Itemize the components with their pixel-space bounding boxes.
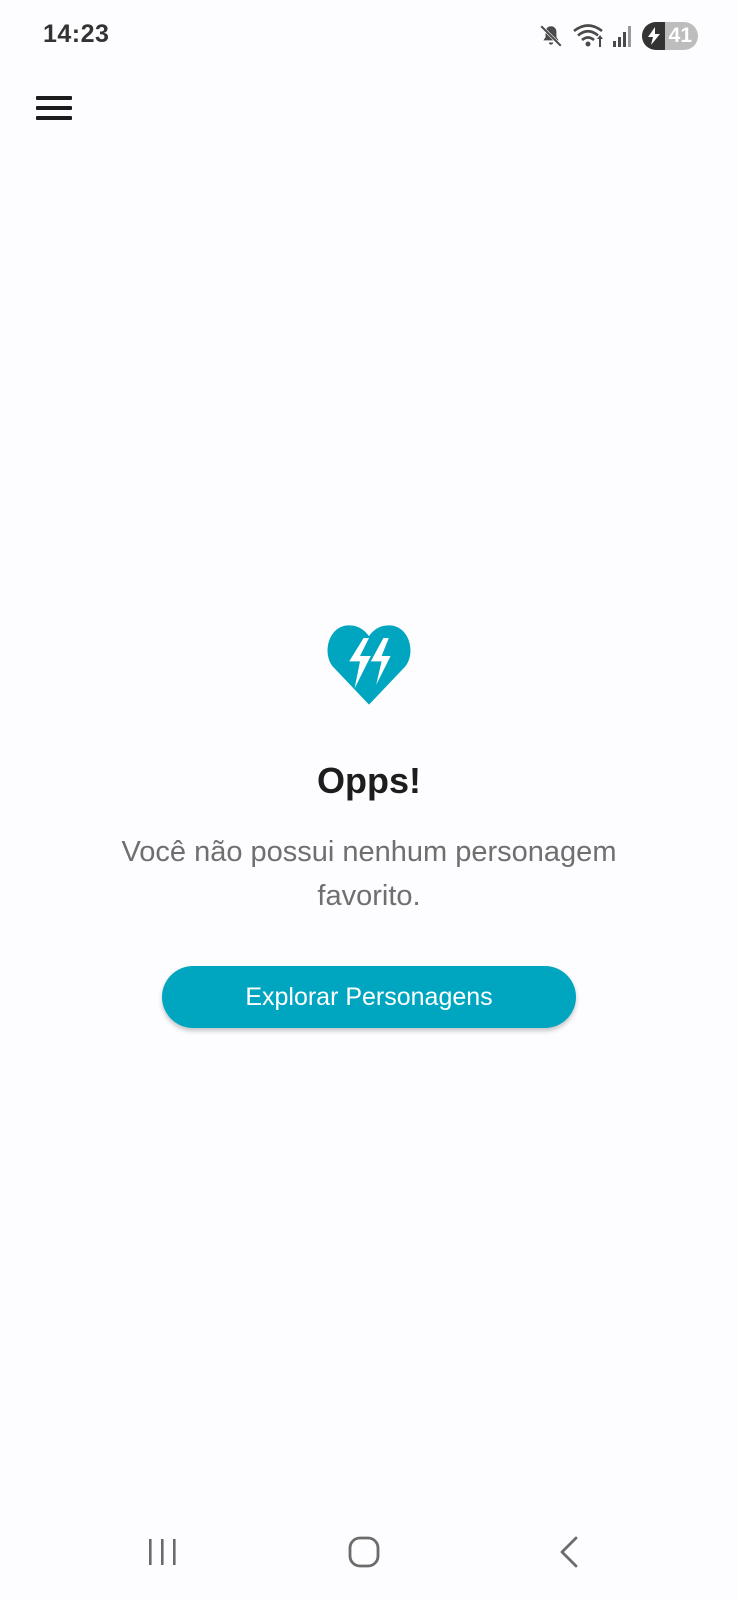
menu-icon-line [36,96,72,100]
broken-heart-icon [327,625,411,705]
battery-level: 41 [668,24,692,47]
battery-icon: 41 [642,22,698,50]
status-icons: 41 [538,20,698,52]
explore-characters-button[interactable]: Explorar Personagens [162,966,576,1028]
empty-state-title: Opps! [317,760,421,801]
menu-icon-line [36,106,72,110]
back-button[interactable] [538,1530,598,1576]
home-button[interactable] [334,1530,394,1576]
back-icon [560,1536,578,1568]
favorites-screen: 14:23 41 Opps! Você não possui nenhum pe… [0,0,738,1600]
signal-icon [612,24,634,48]
empty-state: Opps! Você não possui nenhum personagem … [0,620,738,1028]
charging-bolt-icon [648,27,660,45]
status-bar: 14:23 41 [0,0,738,70]
recent-apps-icon [149,1539,176,1565]
empty-state-message: Você não possui nenhum personagem favori… [121,836,617,912]
home-icon [348,1536,380,1568]
menu-button[interactable] [30,88,78,128]
recent-apps-button[interactable] [132,1530,192,1576]
status-time: 14:23 [43,20,110,48]
system-nav-bar [0,1510,738,1600]
menu-icon-line [36,116,72,120]
mute-icon [538,23,564,49]
wifi-icon [572,23,604,49]
